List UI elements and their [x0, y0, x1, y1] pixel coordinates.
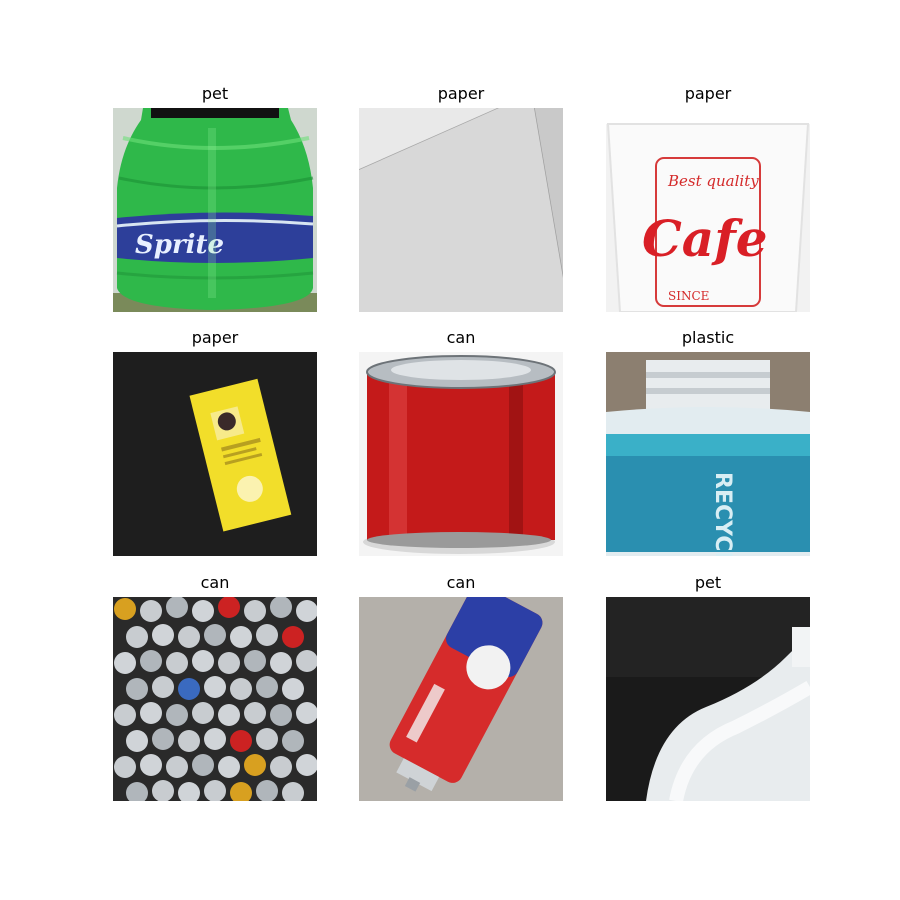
cell-label: paper — [191, 328, 239, 347]
plastic-bottle-blue-label-image: RECYCLE — [606, 352, 810, 556]
pile-of-cans-image — [113, 597, 317, 801]
cup-tagline-text: Best quality — [667, 172, 759, 190]
red-tin-can-image — [359, 352, 563, 556]
cell-label: can — [446, 328, 476, 347]
cell-label: pet — [694, 573, 722, 592]
green-soda-bottle-image: Sprite — [113, 108, 317, 312]
grid-cell-7: can — [113, 572, 317, 802]
paper-coffee-cup-image: Best quality Cafe SINCE — [606, 108, 810, 312]
white-paper-sheet-image — [359, 108, 563, 312]
white-bottle-blurred-image — [606, 597, 810, 801]
grid-cell-6: plastic RECYCLE — [606, 327, 810, 557]
cup-since-text: SINCE — [668, 289, 709, 303]
cell-label: plastic — [681, 328, 735, 347]
cell-label: can — [446, 573, 476, 592]
cell-label: pet — [201, 84, 229, 103]
cell-label: paper — [684, 84, 732, 103]
grid-cell-3: paper Best quality Cafe SINCE — [606, 83, 810, 313]
cell-label: paper — [437, 84, 485, 103]
grid-cell-2: paper — [359, 83, 563, 313]
grid-cell-4: paper — [113, 327, 317, 557]
cell-label: can — [200, 573, 230, 592]
bottle-label-text: RECYCLE — [710, 472, 735, 556]
cup-logo-text: Cafe — [642, 209, 768, 268]
grid-cell-8: can — [359, 572, 563, 802]
spray-can-image — [359, 597, 563, 801]
grid-cell-1: pet Sprite — [113, 83, 317, 313]
yellow-paper-scrap-image — [113, 352, 317, 556]
grid-cell-9: pet — [606, 572, 810, 802]
grid-cell-5: can — [359, 327, 563, 557]
